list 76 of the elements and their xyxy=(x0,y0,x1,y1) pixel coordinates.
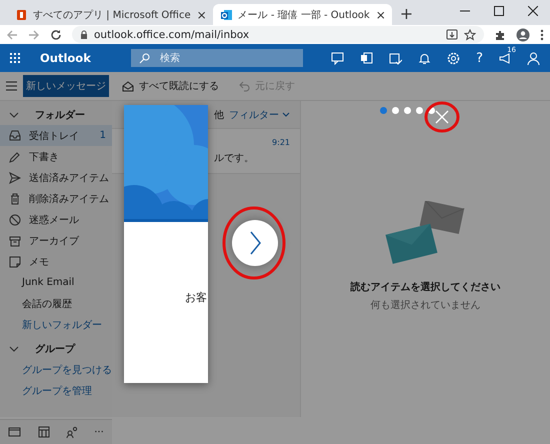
folder-item[interactable]: 送信済みアイテム xyxy=(0,167,112,188)
section-header[interactable]: フォルダー xyxy=(0,105,112,125)
chevron-right-icon xyxy=(248,231,262,255)
megaphone-icon[interactable] xyxy=(499,52,511,64)
tour-text: お客 xyxy=(185,290,207,305)
people-icon[interactable] xyxy=(66,426,78,438)
filter-button[interactable]: フィルター xyxy=(229,108,290,122)
undo-icon xyxy=(239,80,250,92)
block-icon xyxy=(9,214,21,226)
step-dot[interactable] xyxy=(416,107,423,114)
annotation-circle xyxy=(424,101,460,133)
envelope-open-icon xyxy=(122,80,134,92)
app-launcher-icon[interactable] xyxy=(10,53,20,63)
folder-item[interactable]: 会話の履歴 xyxy=(0,293,112,314)
mail-icon[interactable] xyxy=(8,426,22,438)
browser-tab[interactable]: すべてのアプリ | Microsoft Office × xyxy=(8,4,213,25)
empty-state-title: 読むアイテムを選択してください xyxy=(350,280,500,294)
calendar-check-icon[interactable] xyxy=(389,52,402,64)
app-name: Outlook xyxy=(40,51,91,65)
empty-state-subtitle: 何も選択されていません xyxy=(370,299,480,312)
list-heading: 他 xyxy=(214,108,224,122)
folder-item[interactable]: 下書き xyxy=(0,146,112,167)
chevron-icon xyxy=(9,345,19,353)
more-button[interactable]: ··· xyxy=(94,426,104,438)
message-time: 9:21 xyxy=(272,138,290,146)
office-icon[interactable] xyxy=(360,52,374,64)
reload-icon[interactable] xyxy=(50,28,62,40)
tab-close-button[interactable]: × xyxy=(196,8,207,22)
outlook-icon xyxy=(220,8,232,20)
address-bar[interactable]: outlook.office.com/mail/inbox xyxy=(72,26,484,43)
folder-item[interactable]: メモ xyxy=(0,251,112,272)
browser-tab[interactable]: メール - 瑠僖 一部 - Outlook × xyxy=(212,4,392,25)
settings-icon[interactable] xyxy=(447,52,460,64)
trash-icon xyxy=(9,192,21,204)
office-icon xyxy=(16,8,27,20)
lock-icon xyxy=(80,30,88,40)
search-field[interactable]: 検索 xyxy=(130,49,304,67)
pencil-icon xyxy=(9,150,21,162)
folder-item[interactable]: 受信トレイ 1 xyxy=(0,125,112,146)
new-tab-button[interactable]: + xyxy=(400,4,414,23)
menu-icon[interactable] xyxy=(6,81,17,91)
step-dot[interactable] xyxy=(380,107,387,114)
send-icon xyxy=(9,172,21,184)
more-icon[interactable] xyxy=(540,28,544,40)
chevron-icon xyxy=(9,111,19,119)
folder-item[interactable]: 迷惑メール xyxy=(0,209,112,230)
star-icon[interactable] xyxy=(464,28,476,40)
new-message-button[interactable]: 新しいメッセージ xyxy=(23,75,109,97)
close-icon[interactable] xyxy=(528,6,538,16)
folder-item[interactable]: アーカイブ xyxy=(0,230,112,251)
note-icon xyxy=(9,256,21,268)
folder-item[interactable]: Junk Email xyxy=(0,272,112,293)
bell-icon[interactable] xyxy=(418,52,432,64)
chevron-icon xyxy=(282,112,290,118)
install-icon[interactable] xyxy=(446,28,458,40)
tab-close-button[interactable]: × xyxy=(376,8,386,22)
folder-item[interactable]: 新しいフォルダー xyxy=(0,314,112,335)
calendar-icon[interactable] xyxy=(38,426,50,438)
group-link[interactable]: グループを見つける xyxy=(0,359,112,380)
account-icon[interactable] xyxy=(527,52,540,64)
group-link[interactable]: グループを管理 xyxy=(0,380,112,401)
help-icon[interactable]: ? xyxy=(476,50,483,66)
step-dot[interactable] xyxy=(392,107,399,114)
maximize-icon[interactable] xyxy=(494,6,504,16)
puzzle-icon[interactable] xyxy=(494,28,506,40)
step-dot[interactable] xyxy=(404,107,411,114)
folder-item[interactable]: 削除済みアイテム xyxy=(0,188,112,209)
unread-count: 1 xyxy=(100,130,106,141)
mark-all-read-command[interactable]: すべて既読にする xyxy=(122,79,219,93)
profile-icon[interactable] xyxy=(516,28,530,42)
chat-icon[interactable] xyxy=(331,52,344,64)
inbox-icon xyxy=(9,130,21,142)
section-header[interactable]: グループ xyxy=(0,339,112,359)
archive-icon xyxy=(9,234,21,246)
search-icon xyxy=(138,52,150,64)
message-preview: ルです。 xyxy=(214,152,255,164)
